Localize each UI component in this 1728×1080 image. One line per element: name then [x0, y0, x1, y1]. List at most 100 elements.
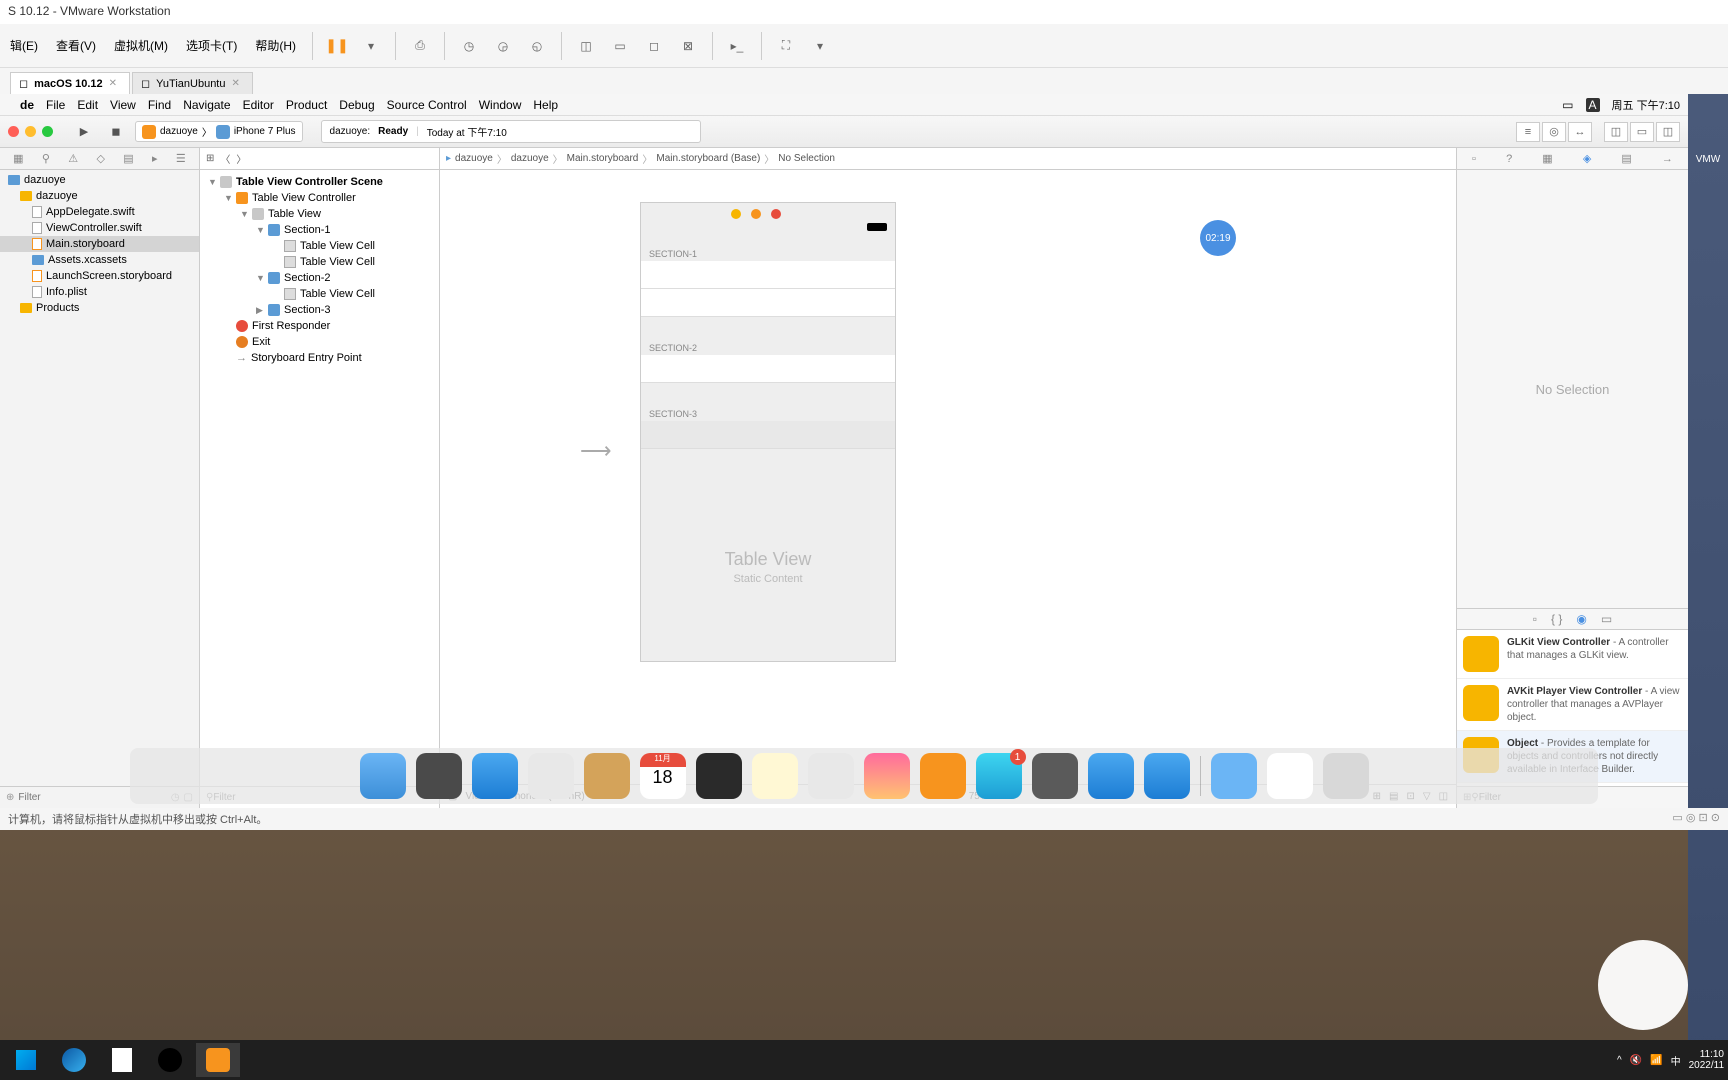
first-responder[interactable]: First Responder	[200, 318, 439, 334]
snapshot-revert-icon[interactable]: ◶	[489, 32, 517, 60]
code-snippet-icon[interactable]: { }	[1551, 612, 1562, 626]
size-inspector-icon[interactable]: ▤	[1621, 152, 1631, 165]
menu-find[interactable]: Find	[148, 98, 171, 112]
back-icon[interactable]: 〈	[220, 151, 230, 166]
layout1-icon[interactable]: ◫	[572, 32, 600, 60]
dropdown-icon[interactable]: ▾	[357, 32, 385, 60]
launchpad-icon[interactable]	[416, 753, 462, 799]
safari-icon[interactable]	[472, 753, 518, 799]
forward-icon[interactable]: 〉	[236, 151, 246, 166]
accessibility-icon[interactable]: A	[1586, 98, 1600, 112]
menu-view[interactable]: 查看(V)	[50, 33, 102, 58]
project-nav-icon[interactable]: ▦	[13, 152, 23, 165]
version-editor-button[interactable]: ↔	[1568, 122, 1592, 142]
console-icon[interactable]: ▸_	[723, 32, 751, 60]
file-viewcontroller[interactable]: ViewController.swift	[0, 220, 199, 236]
system-tray[interactable]: ^ 🔇 📶 中 11:10 2022/11	[1617, 1049, 1724, 1071]
edge-icon[interactable]	[52, 1043, 96, 1077]
snapshot-manage-icon[interactable]: ◵	[523, 32, 551, 60]
attributes-inspector-icon[interactable]: ◈	[1583, 152, 1591, 165]
section-2[interactable]: ▼Section-2	[200, 270, 439, 286]
layout2-icon[interactable]: ▭	[606, 32, 634, 60]
debug-icon[interactable]: ▤	[123, 152, 133, 165]
file-inspector-icon[interactable]: ▫	[1472, 153, 1476, 165]
report-icon[interactable]: ☰	[176, 152, 186, 165]
standard-editor-button[interactable]: ≡	[1516, 122, 1540, 142]
close-icon[interactable]: ✕	[231, 78, 239, 89]
finder-icon[interactable]	[360, 753, 406, 799]
vmware-taskbar-icon[interactable]	[196, 1043, 240, 1077]
close-icon[interactable]: ✕	[109, 78, 117, 89]
help-inspector-icon[interactable]: ?	[1506, 153, 1512, 165]
ibooks-icon[interactable]	[920, 753, 966, 799]
section-3[interactable]: ▶Section-3	[200, 302, 439, 318]
notes-icon[interactable]	[752, 753, 798, 799]
device-icons[interactable]: ▭ ◎ ⊡ ⊙	[1672, 811, 1720, 827]
warning-icon[interactable]: ⚠	[68, 152, 78, 165]
library-tabs[interactable]: ▫ { } ◉ ▭	[1457, 608, 1688, 630]
wifi-icon[interactable]: 📶	[1650, 1055, 1662, 1066]
table-view[interactable]: ▼Table View	[200, 206, 439, 222]
app-name[interactable]: de	[20, 98, 34, 112]
calendar-icon[interactable]: 11月18	[640, 753, 686, 799]
menubar-clock[interactable]: 周五 下午7:10	[1612, 97, 1680, 113]
mail-icon[interactable]	[528, 753, 574, 799]
menu-window[interactable]: Window	[479, 98, 522, 112]
folder-dazuoye[interactable]: dazuoye	[0, 188, 199, 204]
table-cell[interactable]	[641, 355, 895, 383]
table-cell[interactable]	[641, 261, 895, 289]
cell-1-1[interactable]: Table View Cell	[200, 238, 439, 254]
xcode-icon[interactable]	[1088, 753, 1134, 799]
file-main-storyboard[interactable]: Main.storyboard	[0, 236, 199, 252]
contacts-icon[interactable]	[584, 753, 630, 799]
jump-bar[interactable]: ▸ dazuoye〉 dazuoye〉 Main.storyboard〉 Mai…	[440, 148, 1456, 170]
menu-debug[interactable]: Debug	[339, 98, 374, 112]
qq-icon[interactable]	[148, 1043, 192, 1077]
identity-inspector-icon[interactable]: ▦	[1542, 152, 1552, 165]
airplay-icon[interactable]: ▭	[1562, 98, 1573, 112]
menu-tabs[interactable]: 选项卡(T)	[180, 33, 243, 58]
assistant-editor-button[interactable]: ◎	[1542, 122, 1566, 142]
menu-help[interactable]: Help	[533, 98, 558, 112]
tab-ubuntu[interactable]: ◻ YuTianUbuntu ✕	[132, 72, 253, 94]
menu-file[interactable]: File	[46, 98, 65, 112]
connections-inspector-icon[interactable]: →	[1662, 153, 1673, 165]
appstore-icon[interactable]: 1	[976, 753, 1022, 799]
cell-1-2[interactable]: Table View Cell	[200, 254, 439, 270]
simulator-icon[interactable]	[1144, 753, 1190, 799]
ime-indicator[interactable]: 中	[1671, 1053, 1681, 1068]
layout3-icon[interactable]: ◻	[640, 32, 668, 60]
bottom-panel-toggle[interactable]: ▭	[1630, 122, 1654, 142]
grid-icon[interactable]: ⊞	[206, 153, 214, 164]
start-button[interactable]	[4, 1043, 48, 1077]
menu-source-control[interactable]: Source Control	[387, 98, 467, 112]
menu-vm[interactable]: 虚拟机(M)	[108, 33, 174, 58]
table-cell[interactable]	[641, 421, 895, 449]
search-icon[interactable]: ⚲	[42, 152, 50, 165]
menu-help[interactable]: 帮助(H)	[249, 33, 302, 58]
table-cell[interactable]	[641, 289, 895, 317]
left-panel-toggle[interactable]: ◫	[1604, 122, 1628, 142]
file-launchscreen[interactable]: LaunchScreen.storyboard	[0, 268, 199, 284]
menu-navigate[interactable]: Navigate	[183, 98, 230, 112]
object-library-icon[interactable]: ◉	[1576, 612, 1586, 626]
stop-button[interactable]: ◼	[103, 122, 129, 142]
maps-icon[interactable]	[808, 753, 854, 799]
media-library-icon[interactable]: ▭	[1601, 612, 1612, 626]
menu-view[interactable]: View	[110, 98, 136, 112]
trash-icon[interactable]	[1323, 753, 1369, 799]
file-assets[interactable]: Assets.xcassets	[0, 252, 199, 268]
test-icon[interactable]: ◇	[96, 152, 104, 165]
photos-icon[interactable]	[864, 753, 910, 799]
menu-product[interactable]: Product	[286, 98, 327, 112]
entry-arrow-icon[interactable]: ⟶	[580, 438, 612, 464]
folder-products[interactable]: Products	[0, 300, 199, 316]
settings-icon[interactable]	[1032, 753, 1078, 799]
document-icon[interactable]	[1267, 753, 1313, 799]
tab-macos[interactable]: ◻ macOS 10.12 ✕	[10, 72, 130, 94]
phone-preview[interactable]: SECTION-1 SECTION-2 SECTION-3 Table View…	[640, 202, 896, 662]
canvas-viewport[interactable]: ⟶ SECTION-1 SECTION-2 SECTION-3 Table Vi…	[440, 170, 1456, 784]
terminal-icon[interactable]	[696, 753, 742, 799]
file-info-plist[interactable]: Info.plist	[0, 284, 199, 300]
layout4-icon[interactable]: ⊠	[674, 32, 702, 60]
